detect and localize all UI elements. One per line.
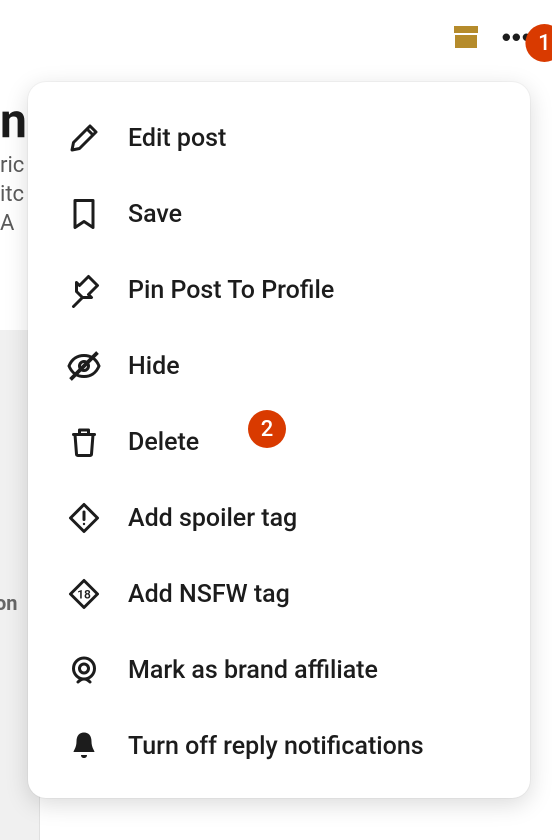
trash-icon <box>66 424 102 460</box>
menu-label: Turn off reply notifications <box>128 732 496 761</box>
menu-item-hide[interactable]: Hide <box>28 328 530 404</box>
menu-item-reply-notifications[interactable]: Turn off reply notifications <box>28 708 530 784</box>
menu-item-delete[interactable]: Delete 2 <box>28 404 530 480</box>
svg-text:18: 18 <box>77 588 91 602</box>
menu-label: Mark as brand affiliate <box>128 656 496 685</box>
nsfw-icon: 18 <box>66 576 102 612</box>
menu-label: Edit post <box>128 124 496 153</box>
menu-label: Hide <box>128 352 496 381</box>
annotation-badge-2: 2 <box>248 410 286 448</box>
menu-item-save[interactable]: Save <box>28 176 530 252</box>
eye-off-icon <box>66 348 102 384</box>
pencil-icon <box>66 120 102 156</box>
menu-item-edit-post[interactable]: Edit post <box>28 100 530 176</box>
menu-item-nsfw[interactable]: 18 Add NSFW tag <box>28 556 530 632</box>
post-text-line: A <box>0 210 27 239</box>
post-actions-row: ••• <box>454 24 532 50</box>
webcam-icon <box>66 652 102 688</box>
post-background: n ric itc A <box>0 90 27 238</box>
bookmark-icon <box>66 196 102 232</box>
pin-icon <box>66 272 102 308</box>
menu-label: Delete <box>128 428 496 457</box>
menu-label: Save <box>128 200 496 229</box>
menu-item-pin[interactable]: Pin Post To Profile <box>28 252 530 328</box>
alert-icon <box>66 500 102 536</box>
menu-label: Pin Post To Profile <box>128 276 496 305</box>
menu-label: Add NSFW tag <box>128 580 496 609</box>
post-overflow-menu: Edit post Save Pin Post To Profile Hide … <box>28 82 530 798</box>
post-text-line: itc <box>0 181 27 210</box>
menu-item-spoiler[interactable]: Add spoiler tag <box>28 480 530 556</box>
post-title-fragment: n <box>0 90 27 152</box>
menu-item-brand-affiliate[interactable]: Mark as brand affiliate <box>28 632 530 708</box>
menu-label: Add spoiler tag <box>128 504 496 533</box>
annotation-badge-1: 1 <box>525 24 552 62</box>
archive-icon[interactable] <box>454 26 478 48</box>
bell-icon <box>66 728 102 764</box>
post-text-line: ric <box>0 152 27 181</box>
background-fragment: on <box>0 591 18 615</box>
